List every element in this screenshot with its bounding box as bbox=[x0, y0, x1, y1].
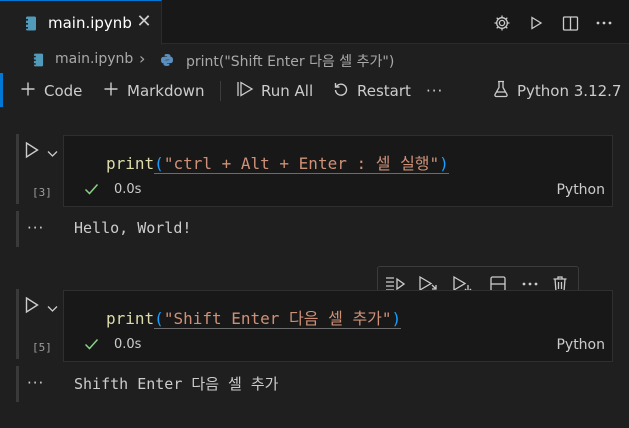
notebook-editor: main.ipynb ✕ main.ipynb › print("Shift E… bbox=[0, 0, 629, 428]
code-function: print bbox=[106, 309, 155, 328]
run-cell-icon[interactable] bbox=[24, 296, 40, 318]
notebook-toolbar: Code Markdown Run All Restart ··· Python… bbox=[0, 73, 629, 107]
tab-bar: main.ipynb ✕ bbox=[0, 0, 629, 45]
python-icon bbox=[160, 53, 174, 71]
success-check-icon bbox=[84, 335, 99, 354]
chevron-down-icon[interactable] bbox=[47, 143, 58, 162]
kernel-picker[interactable]: Python 3.12.7 bbox=[493, 80, 621, 102]
more-icon[interactable] bbox=[593, 12, 615, 34]
restart-icon bbox=[333, 81, 349, 101]
cell-language[interactable]: Python bbox=[556, 182, 605, 198]
execution-time: 0.0s bbox=[114, 182, 142, 197]
more-icon: ··· bbox=[426, 82, 444, 100]
code-cell-editor[interactable]: print("Shift Enter 다음 셀 추가") 0.0s Python bbox=[63, 290, 613, 362]
kernel-icon bbox=[493, 80, 509, 102]
plus-icon bbox=[20, 81, 36, 101]
output-focus-indicator bbox=[16, 211, 19, 247]
execution-count: [3] bbox=[32, 186, 52, 199]
execution-count: [5] bbox=[32, 341, 52, 354]
run-all-label: Run All bbox=[261, 82, 314, 100]
code-function: print bbox=[106, 154, 155, 173]
restart-label: Restart bbox=[357, 82, 411, 100]
success-check-icon bbox=[84, 180, 99, 199]
breadcrumb-cell[interactable]: print("Shift Enter 다음 셀 추가") bbox=[186, 51, 394, 71]
execution-time: 0.0s bbox=[114, 337, 142, 352]
code-paren: ) bbox=[439, 154, 449, 173]
cell-focus-indicator bbox=[16, 134, 19, 204]
cell-output: Shifth Enter 다음 셀 추가 bbox=[74, 375, 279, 393]
notebook-file-icon bbox=[33, 53, 44, 71]
code-string: "Shift Enter 다음 셀 추가" bbox=[163, 309, 392, 328]
split-editor-icon[interactable] bbox=[559, 12, 581, 34]
breadcrumb-separator: › bbox=[139, 49, 146, 68]
plus-icon bbox=[103, 81, 119, 101]
add-code-label: Code bbox=[44, 82, 83, 100]
code-line[interactable]: print("ctrl + Alt + Enter : 셀 실행") bbox=[106, 150, 449, 174]
code-string: "ctrl + Alt + Enter : 셀 실행" bbox=[163, 154, 440, 173]
toolbar-divider bbox=[220, 81, 221, 101]
active-indicator bbox=[0, 73, 9, 107]
breadcrumb: main.ipynb › print("Shift Enter 다음 셀 추가"… bbox=[0, 45, 629, 73]
cell-focus-indicator bbox=[16, 289, 19, 359]
add-markdown-button[interactable]: Markdown bbox=[103, 80, 204, 102]
kernel-label: Python 3.12.7 bbox=[517, 82, 622, 100]
add-code-button[interactable]: Code bbox=[20, 80, 82, 102]
run-all-button[interactable]: Run All bbox=[236, 80, 313, 102]
code-cell-editor[interactable]: print("ctrl + Alt + Enter : 셀 실행") 0.0s … bbox=[63, 135, 613, 207]
output-more-button[interactable]: ··· bbox=[27, 374, 44, 392]
breadcrumb-file[interactable]: main.ipynb bbox=[55, 51, 133, 67]
more-actions-button[interactable]: ··· bbox=[426, 80, 443, 102]
run-cell-icon[interactable] bbox=[24, 141, 40, 163]
output-more-button[interactable]: ··· bbox=[27, 219, 44, 237]
cell-output: Hello, World! bbox=[74, 219, 192, 237]
code-paren: ( bbox=[154, 154, 164, 173]
tab-title: main.ipynb bbox=[48, 14, 132, 32]
output-focus-indicator bbox=[16, 366, 19, 402]
notebook-file-icon bbox=[25, 16, 37, 35]
code-paren: ( bbox=[154, 309, 164, 328]
cell-language[interactable]: Python bbox=[556, 337, 605, 353]
close-icon[interactable]: ✕ bbox=[133, 11, 155, 33]
run-all-icon bbox=[236, 80, 254, 102]
restart-button[interactable]: Restart bbox=[333, 80, 411, 102]
run-icon[interactable] bbox=[525, 12, 547, 34]
tab-main-ipynb[interactable]: main.ipynb ✕ bbox=[0, 0, 162, 45]
chevron-down-icon[interactable] bbox=[47, 298, 58, 317]
code-paren: ) bbox=[391, 309, 402, 328]
add-markdown-label: Markdown bbox=[127, 82, 205, 100]
gear-icon[interactable] bbox=[491, 12, 513, 34]
code-line[interactable]: print("Shift Enter 다음 셀 추가") bbox=[106, 305, 402, 329]
